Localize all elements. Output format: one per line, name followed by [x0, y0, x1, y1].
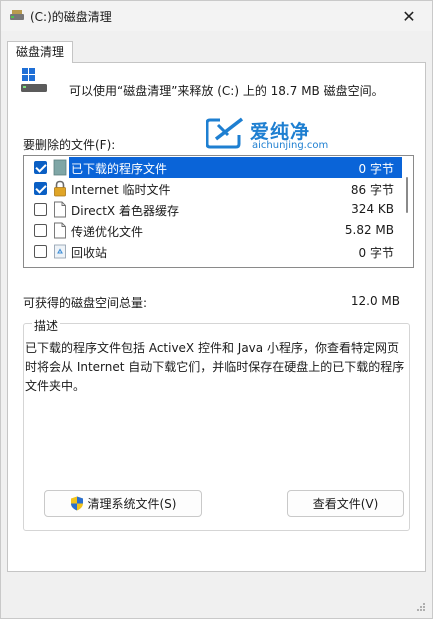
disk-cleanup-icon [10, 10, 24, 20]
file-name: DirectX 着色器缓存 [71, 204, 179, 218]
window-title: (C:)的磁盘清理 [30, 10, 112, 24]
clean-system-files-button[interactable]: 清理系统文件(S) [44, 490, 202, 517]
folder-icon [53, 159, 67, 176]
watermark-logo-icon [206, 117, 244, 149]
checkbox[interactable] [34, 224, 47, 237]
resize-grip-icon[interactable] [414, 600, 426, 612]
files-to-delete-label: 要删除的文件(F): [23, 138, 116, 152]
file-size: 5.82 MB [344, 223, 394, 237]
list-item[interactable]: 传递优化文件 5.82 MB [24, 220, 402, 241]
file-icon [54, 201, 66, 218]
list-item[interactable]: DirectX 着色器缓存 324 KB [24, 199, 402, 220]
close-button[interactable]: ✕ [392, 1, 426, 31]
disk-cleanup-window: (C:)的磁盘清理 ✕ 磁盘清理 可以使用“磁盘清理”来释放 (C:) 上的 1… [0, 0, 433, 619]
checkbox[interactable] [34, 203, 47, 216]
list-item[interactable]: Internet 临时文件 86 字节 [24, 178, 402, 199]
file-name: 回收站 [71, 246, 108, 260]
scrollbar[interactable] [402, 157, 412, 266]
file-list[interactable]: 已下载的程序文件 0 字节 Internet 临时文件 86 字节 Direct [23, 155, 414, 268]
description-group: 描述 已下载的程序文件包括 ActiveX 控件和 Java 小程序，你查看特定… [23, 317, 410, 531]
checkbox[interactable] [34, 182, 47, 195]
list-item[interactable]: 回收站 0 字节 [24, 241, 402, 262]
file-size: 0 字节 [358, 246, 394, 260]
lock-icon [54, 180, 66, 197]
clean-system-files-label: 清理系统文件(S) [87, 497, 177, 511]
checkbox[interactable] [34, 245, 47, 258]
shield-icon [70, 496, 83, 511]
list-item[interactable]: 已下载的程序文件 0 字节 [24, 157, 402, 178]
file-size: 86 字节 [350, 183, 394, 197]
total-space-value: 12.0 MB [350, 294, 400, 308]
description-legend: 描述 [32, 317, 61, 334]
close-icon: ✕ [402, 6, 416, 26]
file-name: 传递优化文件 [71, 225, 144, 239]
file-name: Internet 临时文件 [71, 183, 171, 197]
recycle-bin-icon [54, 244, 66, 259]
title-bar[interactable]: (C:)的磁盘清理 ✕ [1, 1, 432, 31]
file-name: 已下载的程序文件 [71, 162, 168, 176]
watermark-en: aichunjing.com [252, 140, 329, 151]
tab-disk-cleanup[interactable]: 磁盘清理 [7, 41, 73, 63]
scrollbar-thumb[interactable] [406, 177, 408, 213]
file-icon [54, 222, 66, 239]
total-space-label: 可获得的磁盘空间总量: [23, 296, 148, 310]
view-files-button[interactable]: 查看文件(V) [287, 490, 404, 517]
intro-text: 可以使用“磁盘清理”来释放 (C:) 上的 18.7 MB 磁盘空间。 [69, 84, 384, 98]
checkbox[interactable] [34, 161, 47, 174]
main-panel: 可以使用“磁盘清理”来释放 (C:) 上的 18.7 MB 磁盘空间。 爱纯净 … [7, 62, 426, 572]
description-text: 已下载的程序文件包括 ActiveX 控件和 Java 小程序，你查看特定网页时… [25, 341, 405, 393]
watermark: 爱纯净 aichunjing.com [206, 115, 346, 155]
file-size: 0 字节 [358, 162, 394, 176]
drive-icon [21, 68, 47, 92]
file-size: 324 KB [351, 202, 394, 216]
view-files-label: 查看文件(V) [312, 497, 379, 511]
